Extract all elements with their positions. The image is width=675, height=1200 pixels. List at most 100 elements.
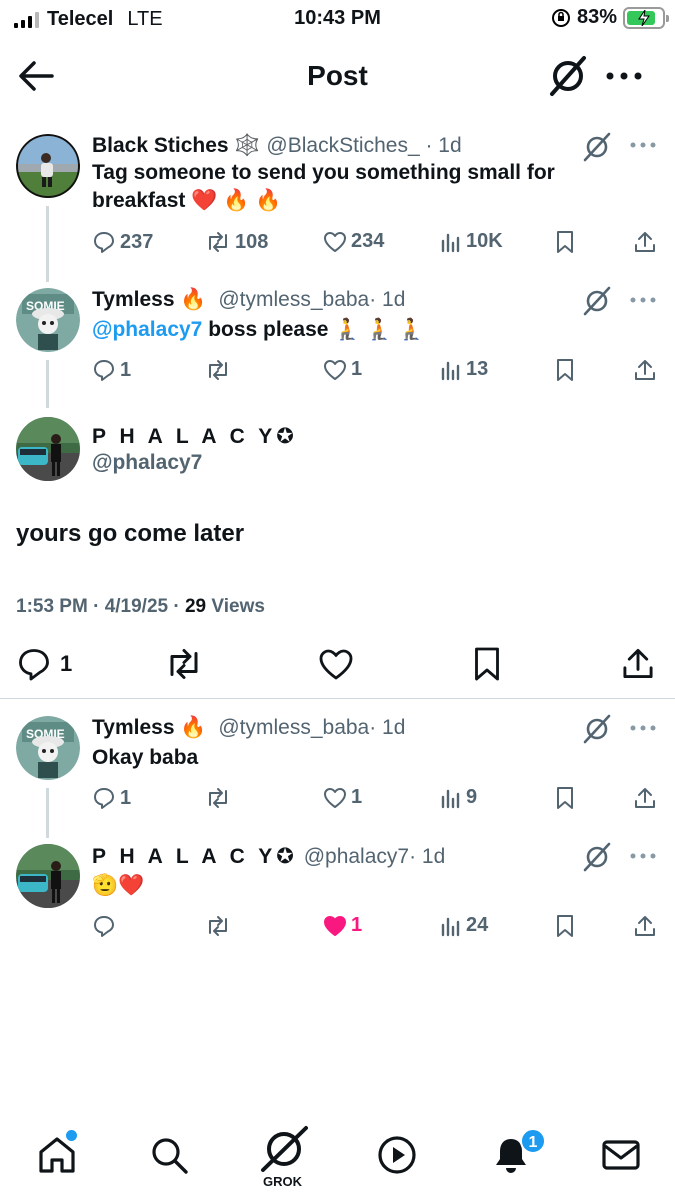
author-handle[interactable]: @tymless_baba — [218, 288, 369, 311]
nav-messages[interactable] — [600, 1134, 642, 1176]
views-button[interactable]: 10K — [440, 230, 503, 253]
grok-button[interactable] — [582, 842, 612, 872]
avatar[interactable] — [16, 844, 80, 908]
avatar[interactable] — [16, 417, 80, 481]
mention-link[interactable]: @phalacy7 — [92, 318, 202, 341]
more-options-button[interactable] — [606, 72, 642, 80]
play-circle-icon — [378, 1136, 416, 1174]
like-button[interactable]: 234 — [323, 230, 384, 253]
repost-icon — [209, 788, 227, 808]
repost-icon — [209, 916, 227, 936]
share-button[interactable] — [622, 646, 654, 681]
author-handle[interactable]: @phalacy7 — [304, 845, 409, 868]
bookmark-button[interactable] — [555, 358, 575, 382]
views-icon — [441, 233, 460, 252]
reply-button[interactable]: 1 — [16, 646, 72, 682]
like-count: 1 — [351, 786, 363, 808]
bookmark-icon — [557, 915, 573, 937]
author-handle[interactable]: @tymless_baba — [218, 716, 369, 739]
repost-icon — [170, 649, 198, 679]
share-button[interactable] — [634, 914, 656, 938]
repost-button[interactable]: 108 — [205, 230, 268, 254]
more-options-button[interactable] — [630, 725, 656, 731]
author-handle[interactable]: @BlackStiches_ — [266, 134, 419, 157]
bookmark-icon — [557, 359, 573, 381]
like-button[interactable]: 1 — [323, 358, 362, 381]
orientation-lock-icon — [551, 8, 570, 27]
repost-icon — [209, 360, 227, 380]
views-button[interactable]: 13 — [440, 358, 488, 381]
name-emoji: 🕸️ — [234, 134, 261, 157]
battery-icon — [623, 6, 669, 29]
grok-button[interactable] — [548, 54, 588, 98]
author-name[interactable]: P H A L A C Y✪ — [92, 845, 298, 868]
like-button[interactable] — [318, 648, 354, 681]
share-button[interactable] — [634, 358, 656, 382]
author-name[interactable]: Black Stiches — [92, 134, 229, 157]
more-options-button[interactable] — [630, 297, 656, 303]
repost-button[interactable] — [164, 646, 204, 682]
grok-button[interactable] — [582, 714, 612, 744]
view-count: 24 — [466, 914, 489, 936]
reply-count: 1 — [120, 786, 132, 809]
reply-tweet[interactable]: SOMIE Tymless 🔥 @tymless_baba· 1d Okay b… — [0, 714, 675, 840]
more-options-button[interactable] — [630, 853, 656, 859]
grok-icon — [583, 842, 611, 872]
nav-search[interactable] — [148, 1134, 190, 1176]
author-name[interactable]: Tymless — [92, 288, 175, 311]
like-count: 1 — [351, 358, 363, 380]
like-button[interactable]: 1 — [323, 914, 362, 937]
tweet-text: 🫡❤️ — [92, 874, 145, 897]
reply-button[interactable]: 237 — [92, 230, 153, 254]
author-handle[interactable]: @phalacy7 — [92, 451, 202, 475]
thread-line — [46, 360, 49, 408]
views-icon — [441, 789, 460, 808]
reply-button[interactable]: 1 — [92, 358, 131, 382]
bookmark-button[interactable] — [555, 230, 575, 254]
bookmark-button[interactable] — [555, 914, 575, 938]
divider — [0, 698, 675, 699]
reply-button[interactable]: 1 — [92, 786, 131, 810]
bookmark-button[interactable] — [472, 646, 502, 682]
views-icon — [441, 361, 460, 380]
grok-button[interactable] — [582, 286, 612, 316]
reply-tweet[interactable]: P H A L A C Y✪ @phalacy7· 1d 🫡❤️ 1 24 — [0, 842, 675, 954]
tweet-actions: 1 24 — [92, 914, 662, 940]
avatar[interactable]: SOMIE — [16, 288, 80, 352]
heart-icon — [324, 359, 346, 380]
more-horizontal-icon — [630, 853, 656, 859]
repost-icon — [209, 232, 227, 252]
reply-button[interactable] — [92, 914, 120, 938]
repost-button[interactable] — [205, 358, 235, 382]
like-button[interactable]: 1 — [323, 786, 362, 809]
thread-line — [46, 788, 49, 838]
avatar[interactable] — [16, 134, 80, 198]
tweet-body: boss please 🧎 🧎 🧎 — [202, 318, 425, 341]
reply-icon — [94, 232, 114, 253]
views-button[interactable]: 24 — [440, 914, 488, 937]
repost-button[interactable] — [205, 914, 235, 938]
reply-count: 1 — [120, 358, 132, 381]
post-actions: 1 — [0, 646, 675, 686]
grok-button[interactable] — [582, 132, 612, 162]
nav-grok[interactable] — [258, 1124, 310, 1174]
more-options-button[interactable] — [630, 142, 656, 148]
reply-count: 237 — [120, 230, 154, 253]
repost-button[interactable] — [205, 786, 235, 810]
author-name[interactable]: Tymless — [92, 716, 175, 739]
share-button[interactable] — [634, 230, 656, 254]
author-name[interactable]: P H A L A C Y✪ — [92, 424, 298, 449]
tweet-parent[interactable]: Black Stiches 🕸️ @BlackStiches_ · 1d Tag… — [0, 132, 675, 284]
tweet-reply[interactable]: SOMIE Tymless 🔥 @tymless_baba· 1d @phala… — [0, 286, 675, 408]
grok-icon — [583, 714, 611, 744]
avatar[interactable]: SOMIE — [16, 716, 80, 780]
bookmark-button[interactable] — [555, 786, 575, 810]
reply-icon — [94, 788, 114, 809]
like-count: 1 — [351, 914, 363, 936]
views-button[interactable]: 9 — [440, 786, 477, 809]
share-button[interactable] — [634, 786, 656, 810]
status-right: 83% — [551, 6, 669, 29]
nav-video[interactable] — [376, 1134, 418, 1176]
top-header: Post — [0, 46, 675, 106]
bottom-navigation: GROK 1 — [0, 1118, 675, 1200]
